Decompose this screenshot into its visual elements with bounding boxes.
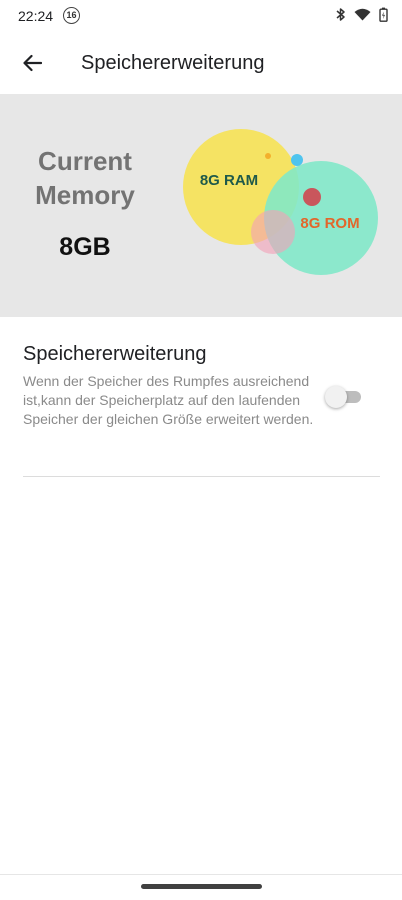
notification-count-badge: 16 (63, 7, 80, 24)
wifi-icon (354, 8, 371, 21)
app-bar: Speichererweiterung (0, 32, 402, 94)
back-button[interactable] (14, 45, 50, 81)
gesture-navigation-handle[interactable] (141, 884, 262, 889)
storage-expansion-toggle[interactable] (325, 385, 363, 409)
setting-title: Speichererweiterung (23, 343, 207, 365)
setting-description: Wenn der Speicher des Rumpfes ausreichen… (23, 373, 314, 427)
ram-label: 8G RAM (200, 172, 258, 189)
orange-dot (265, 153, 271, 159)
page-title: Speichererweiterung (81, 52, 265, 74)
memory-label-line1: Current (38, 146, 132, 176)
rom-label: 8G ROM (300, 215, 359, 232)
nav-divider (0, 874, 402, 875)
memory-label-line2: Memory (35, 180, 135, 210)
bluetooth-icon (336, 8, 345, 21)
red-dot (303, 188, 321, 206)
status-time: 22:24 (18, 8, 54, 24)
memory-label: Current Memory (18, 144, 152, 212)
status-icons (336, 7, 388, 22)
pink-bubble (251, 210, 295, 254)
memory-overview: Current Memory 8GB 8G RAM 8G ROM (0, 94, 402, 317)
status-bar: 22:24 16 (0, 0, 402, 32)
battery-icon (379, 7, 388, 22)
memory-bubbles-graphic: 8G RAM 8G ROM (183, 129, 378, 275)
memory-value: 8GB (59, 233, 111, 261)
blue-dot (291, 154, 303, 166)
arrow-left-icon (23, 54, 42, 72)
divider (23, 476, 380, 477)
toggle-thumb (325, 386, 347, 408)
